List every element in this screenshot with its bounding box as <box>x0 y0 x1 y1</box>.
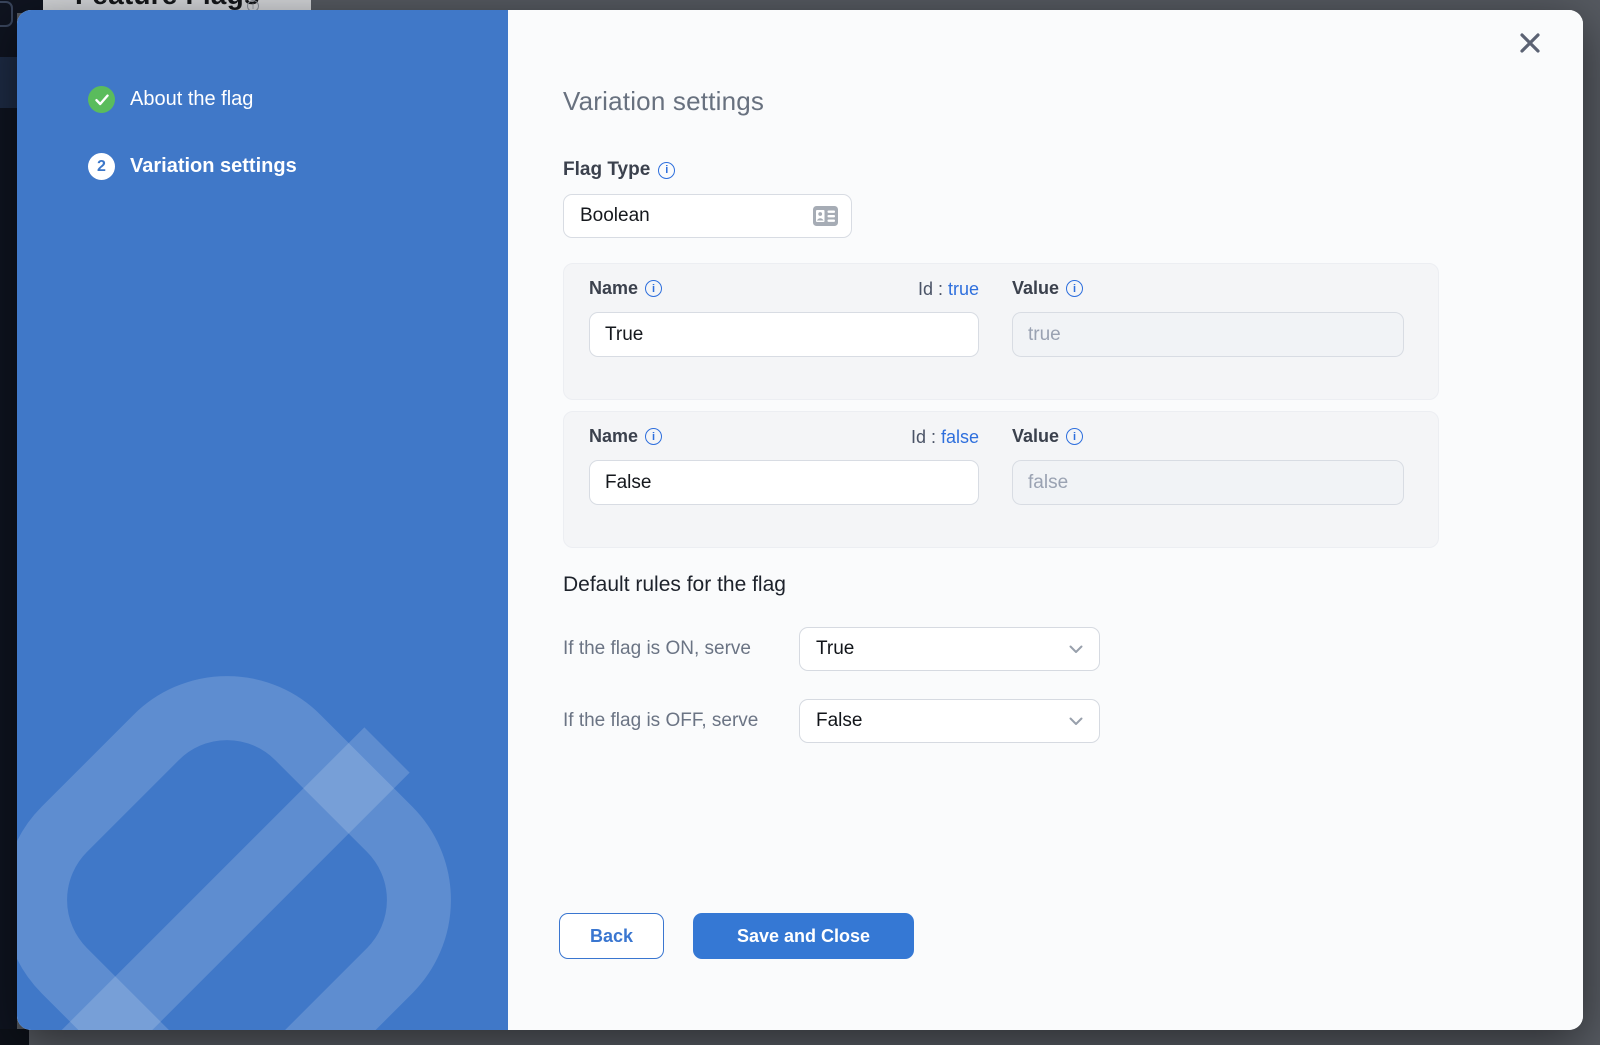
variation-name-input[interactable] <box>589 312 979 357</box>
variation-id: Id : false <box>589 427 979 448</box>
dialog-actions: Back Save and Close <box>559 913 914 959</box>
create-flag-modal: About the flag 2 Variation settings Vari… <box>17 10 1583 1030</box>
dialog-title: Variation settings <box>563 86 764 117</box>
info-icon[interactable] <box>1066 428 1083 445</box>
rule-off-dropdown[interactable]: False <box>799 699 1100 743</box>
variation-card-true: Name Id : true Value <box>563 263 1439 400</box>
flag-type-value: Boolean <box>580 205 650 227</box>
rule-off-value: False <box>816 710 862 732</box>
chevron-down-icon <box>1069 645 1083 654</box>
info-icon[interactable] <box>1066 280 1083 297</box>
value-label-text: Value <box>1012 426 1059 447</box>
flag-type-select[interactable]: Boolean <box>563 194 852 238</box>
id-link[interactable]: false <box>941 427 979 447</box>
id-label: Id : <box>918 279 943 299</box>
step-label: Variation settings <box>130 155 297 178</box>
value-label-text: Value <box>1012 278 1059 299</box>
rule-off-label: If the flag is OFF, serve <box>563 699 758 743</box>
dialog-content: Variation settings Flag Type Boolean Nam… <box>508 10 1583 1030</box>
step-number-badge: 2 <box>88 153 115 180</box>
step-complete-icon <box>88 86 115 113</box>
variation-card-false: Name Id : false Value <box>563 411 1439 548</box>
chevron-down-icon <box>1069 717 1083 726</box>
rule-on-dropdown[interactable]: True <box>799 627 1100 671</box>
variation-value-input[interactable] <box>1012 460 1404 505</box>
flag-type-label-text: Flag Type <box>563 159 650 181</box>
id-link[interactable]: true <box>948 279 979 299</box>
step-about-the-flag[interactable]: About the flag <box>88 86 253 113</box>
variation-id: Id : true <box>589 279 979 300</box>
variation-value-input[interactable] <box>1012 312 1404 357</box>
back-button[interactable]: Back <box>559 913 664 959</box>
app-nav-rail <box>0 0 17 1045</box>
brand-watermark <box>17 650 508 1030</box>
step-variation-settings[interactable]: 2 Variation settings <box>88 153 297 180</box>
nav-selected-item <box>0 57 17 108</box>
value-label: Value <box>1012 278 1083 299</box>
flag-type-select-icon <box>812 205 839 227</box>
close-icon[interactable] <box>1517 30 1543 56</box>
value-label: Value <box>1012 426 1083 447</box>
app-nav-rail-bottom <box>0 1029 29 1045</box>
id-label: Id : <box>911 427 936 447</box>
wizard-steps-panel: About the flag 2 Variation settings <box>17 10 508 1030</box>
flag-type-label: Flag Type <box>563 159 675 181</box>
variation-name-input[interactable] <box>589 460 979 505</box>
step-label: About the flag <box>130 88 253 111</box>
rule-on-label: If the flag is ON, serve <box>563 627 751 671</box>
info-icon[interactable] <box>658 162 675 179</box>
nav-button-outline <box>0 1 13 27</box>
rule-on-value: True <box>816 638 854 660</box>
save-and-close-button[interactable]: Save and Close <box>693 913 914 959</box>
default-rules-heading: Default rules for the flag <box>563 573 786 597</box>
